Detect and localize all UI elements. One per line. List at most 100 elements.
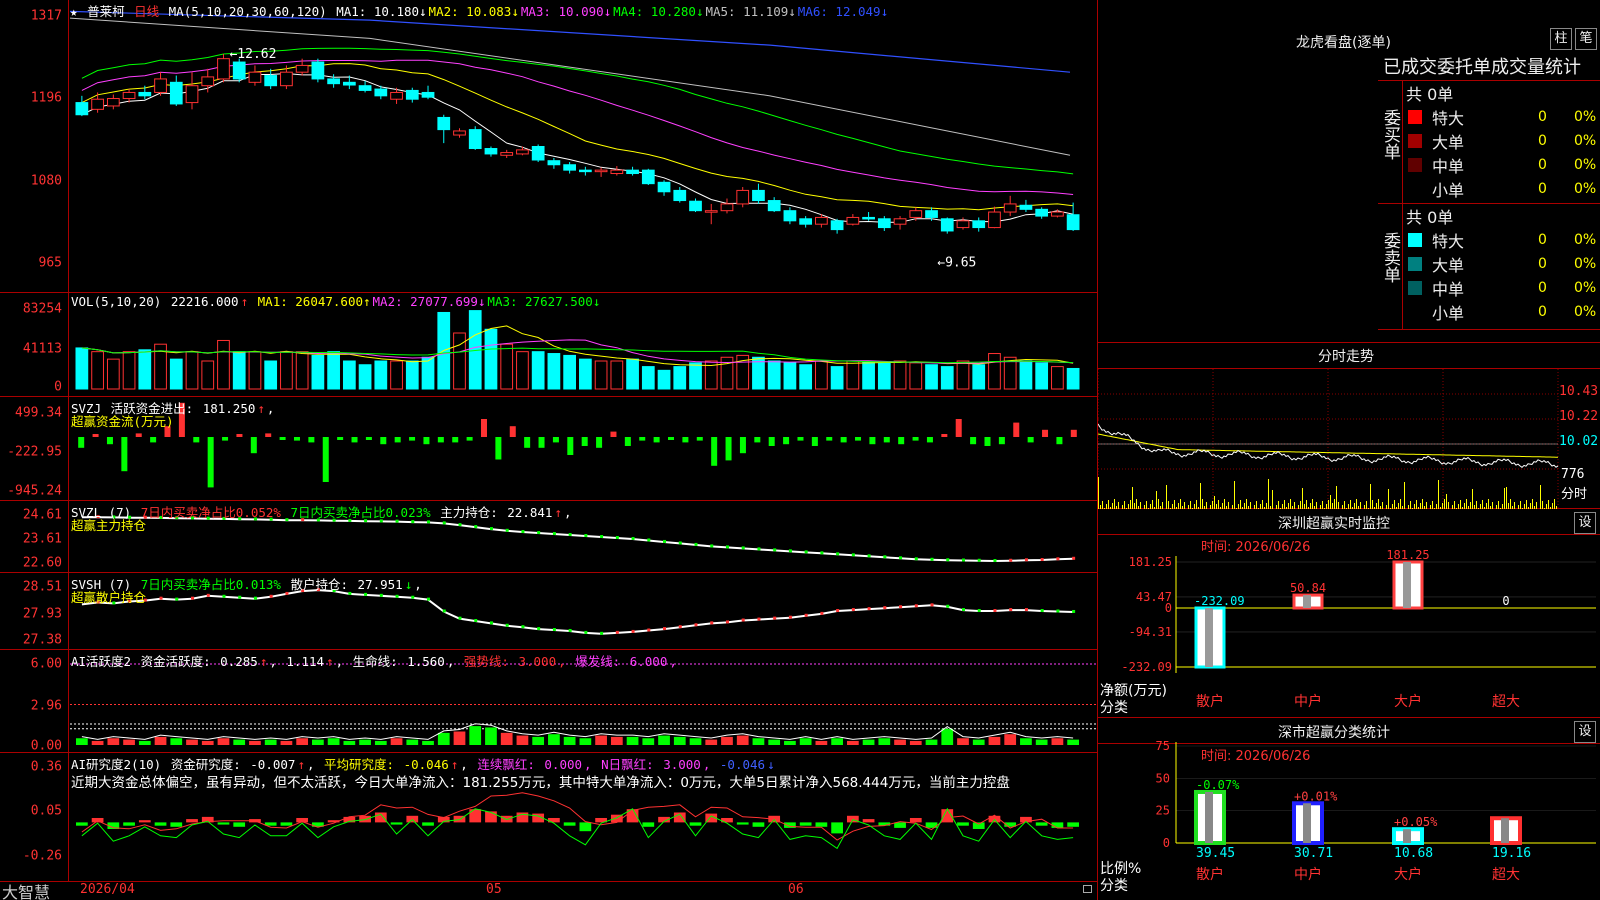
period-label[interactable]: 日线 bbox=[134, 4, 159, 19]
star-icon[interactable]: ★ bbox=[70, 4, 78, 19]
intraday-volume-bar bbox=[1298, 505, 1299, 509]
intraday-volume-bar bbox=[1342, 505, 1343, 509]
intraday-volume-bar bbox=[1238, 504, 1239, 509]
sz-monitor-panel[interactable]: 深圳超赢实时监控 设 时间: 2026/06/26 181.25 43.47 0 -9… bbox=[1098, 510, 1600, 718]
activity-bar bbox=[563, 736, 576, 745]
intraday-volume-bar bbox=[1212, 501, 1213, 509]
retail-holding-line-tick bbox=[269, 594, 273, 598]
candle-body bbox=[390, 91, 403, 100]
kline-pane[interactable]: 1317 1196 1080 965 ←12.62 ←9.65 ★ 普莱柯 日线 … bbox=[0, 0, 1097, 293]
intraday-volume-bar bbox=[1374, 507, 1375, 509]
kline-chart: ←12.62 ←9.65 bbox=[70, 10, 1080, 271]
main-holding-line-tick bbox=[678, 541, 682, 545]
volume-bar bbox=[862, 360, 875, 390]
retail-holding-line-tick bbox=[489, 621, 493, 625]
fund-flow-bar bbox=[1056, 437, 1063, 445]
candle-body bbox=[468, 129, 482, 150]
intraday-volume-bar bbox=[1154, 507, 1155, 509]
activity-bar bbox=[296, 738, 309, 745]
svsh-label: 27.93 bbox=[22, 606, 62, 622]
activity-bar bbox=[186, 739, 198, 745]
volume-pane[interactable]: 83254 41113 0 VOL(5,10,20) 22216.000 ↑ MA… bbox=[0, 293, 1097, 397]
main-holding-line-tick bbox=[867, 554, 871, 558]
activity-bar bbox=[972, 739, 985, 745]
candle-body bbox=[736, 189, 750, 205]
candle-body bbox=[453, 130, 466, 136]
intraday-volume-bar bbox=[1320, 505, 1321, 509]
intraday-volume-bar bbox=[1350, 500, 1351, 509]
intraday-volume-bar bbox=[1258, 508, 1259, 509]
retail-holding-line-tick bbox=[505, 623, 509, 627]
research-bar bbox=[815, 822, 828, 827]
intraday-volume-bar bbox=[1504, 488, 1505, 509]
volume-bar bbox=[1051, 366, 1064, 390]
volume-bar bbox=[390, 360, 403, 390]
candle-body bbox=[1066, 214, 1080, 231]
research-bar bbox=[862, 819, 875, 823]
main-holding-line-tick bbox=[899, 556, 903, 560]
intraday-volume-bar bbox=[1434, 508, 1435, 509]
main-holding-line-tick bbox=[757, 547, 761, 551]
svsh-metric: 散户持仓: bbox=[290, 577, 348, 592]
bar-button[interactable]: 柱 bbox=[1550, 28, 1572, 50]
activity-bar bbox=[485, 727, 497, 745]
intraday-volume-bar bbox=[1356, 499, 1357, 509]
main-holding-line-tick bbox=[961, 558, 965, 562]
intraday-volume-bar bbox=[1506, 487, 1507, 509]
intraday-volume-bar bbox=[1146, 501, 1147, 509]
retail-holding-line-tick bbox=[222, 594, 226, 598]
main-holding-line-tick bbox=[993, 559, 997, 563]
activity-line bbox=[81, 723, 1074, 740]
ai-active-pane[interactable]: 6.00 2.96 0.00 AI活跃度2 资金活跃度: 0.285 ↑, 1.1… bbox=[0, 650, 1097, 754]
intraday-volume-bar bbox=[1496, 505, 1497, 509]
intraday-volume-bar bbox=[1220, 507, 1221, 509]
intraday-volume-bar bbox=[1474, 505, 1475, 509]
intraday-volume-bar bbox=[1242, 507, 1243, 509]
ai-value: 0.285 bbox=[220, 654, 258, 669]
svzl-pane[interactable]: 24.61 23.61 22.60 SVZL (7) 7日内买卖净占比0.052… bbox=[0, 501, 1097, 573]
research-bar bbox=[909, 817, 922, 823]
volume-bar bbox=[594, 360, 608, 390]
activity-bar bbox=[941, 728, 954, 745]
intraday-volume-bar bbox=[1222, 503, 1223, 509]
candle-body bbox=[185, 85, 199, 104]
ai-research-pane[interactable]: 0.36 0.05 -0.26 AI研究度2(10) 资金研究度: -0.007… bbox=[0, 753, 1097, 882]
order-row: 特大 0 0% bbox=[1406, 228, 1600, 252]
volume-bar bbox=[1066, 367, 1080, 390]
fund-flow-bar bbox=[739, 437, 746, 454]
activity-bar bbox=[422, 740, 434, 745]
intraday-volume-bar bbox=[1166, 485, 1167, 509]
activity-bar bbox=[909, 740, 922, 745]
order-label: 中单 bbox=[1432, 157, 1465, 176]
ma-values: MA1: 10.180↓ MA2: 10.083↓ MA3: 10.090↓ MA4:… bbox=[336, 4, 890, 19]
pen-button[interactable]: 笔 bbox=[1575, 28, 1597, 50]
svzj-pane[interactable]: 499.34 -222.95 -945.24 SVZJ 活跃资金进出: 181.… bbox=[0, 397, 1097, 501]
order-label: 小单 bbox=[1432, 181, 1465, 200]
activity-bar bbox=[249, 740, 261, 745]
main-holding-line-tick bbox=[820, 551, 824, 555]
stats-tabs[interactable]: 已成交委托单成交量统计 bbox=[1383, 53, 1581, 79]
activity-bar bbox=[626, 736, 639, 745]
intraday-volume-bar bbox=[1272, 490, 1273, 509]
research-bar bbox=[390, 822, 403, 825]
order-count: 0 bbox=[1538, 133, 1547, 149]
retail-holding-line-tick bbox=[788, 615, 792, 619]
main-holding-line-tick bbox=[741, 546, 745, 550]
fund-flow-bar bbox=[898, 437, 905, 445]
kline-plot[interactable]: ←12.62 ←9.65 bbox=[70, 0, 1097, 292]
svsh-value: 27.951 bbox=[357, 577, 403, 592]
intraday-volume-bar bbox=[1550, 507, 1551, 509]
retail-holding-line-tick bbox=[568, 628, 572, 632]
lock-icon[interactable] bbox=[1083, 885, 1092, 893]
research-bar bbox=[422, 822, 434, 826]
fund-flow-bar bbox=[797, 437, 804, 441]
color-swatch bbox=[1408, 110, 1422, 124]
retail-holding-line-tick bbox=[930, 603, 934, 607]
main-holding-line-tick bbox=[615, 535, 619, 539]
ss-stats-panel[interactable]: 深市超赢分类统计 设 时间: 2026/06/26 75 50 25 0 -0.07% 3… bbox=[1098, 719, 1600, 900]
intraday-volume-bar bbox=[1328, 500, 1329, 509]
intraday-volume-bar bbox=[1110, 507, 1111, 509]
volume-bar bbox=[374, 360, 388, 390]
svsh-pane[interactable]: 28.51 27.93 27.38 SVSH (7) 7日内买卖净占比0.013… bbox=[0, 573, 1097, 650]
intraday-panel[interactable]: 分时走势 10.43 10.22 10.02 776 分时 bbox=[1098, 344, 1600, 509]
